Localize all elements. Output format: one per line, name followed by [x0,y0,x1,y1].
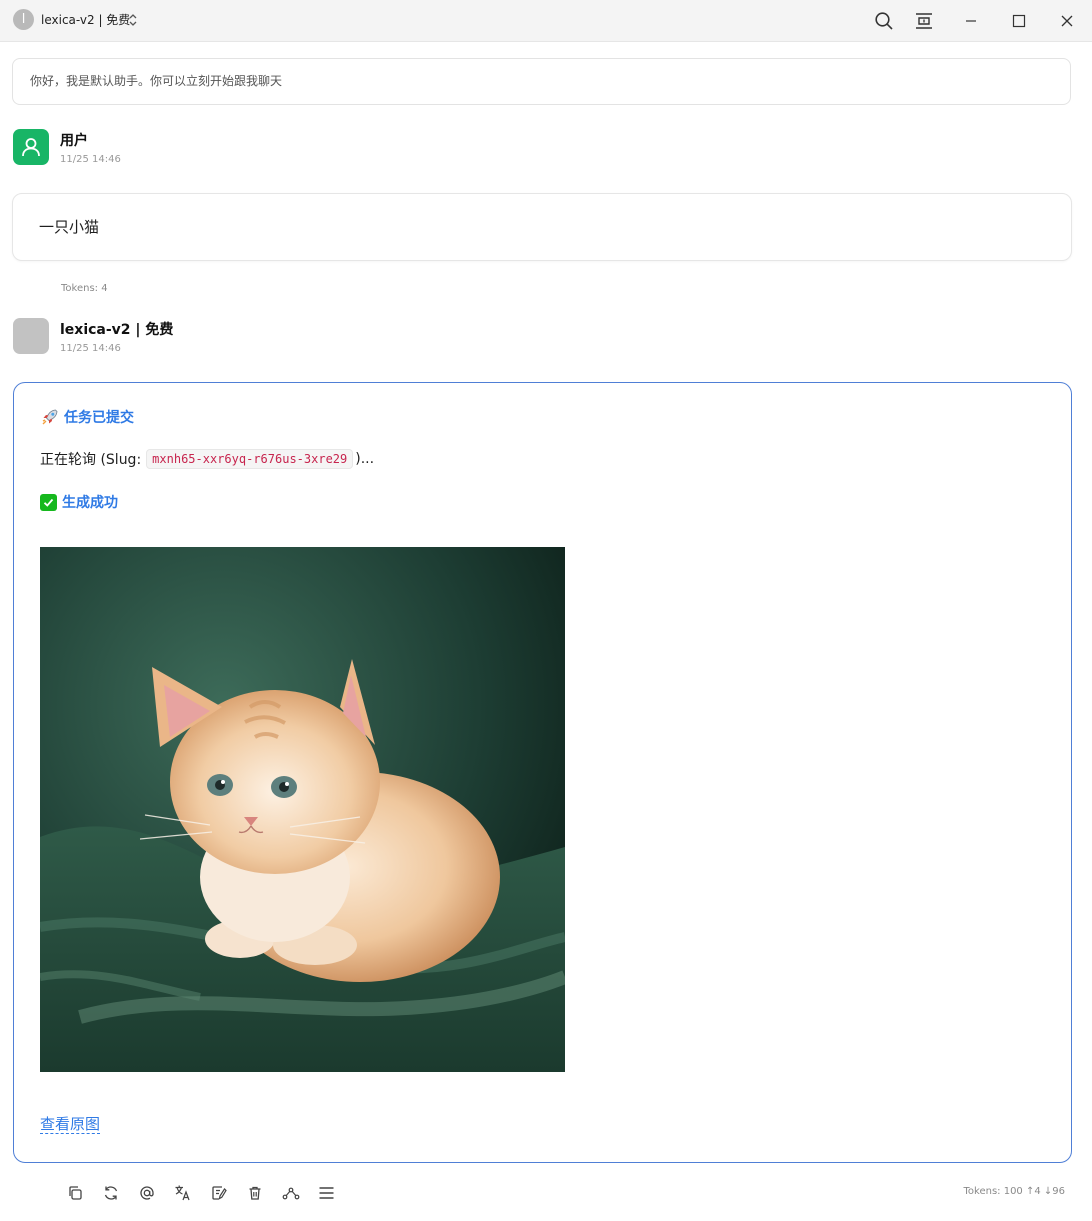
mention-icon [139,1185,154,1200]
user-message-bubble: 一只小猫 [12,193,1072,261]
user-token-count: Tokens: 4 [61,283,108,294]
copy-button[interactable] [62,1180,87,1205]
polling-suffix: )... [355,451,375,467]
user-name: 用户 [60,133,88,149]
close-button[interactable] [1055,9,1079,33]
copy-icon [68,1185,82,1200]
edit-icon [211,1185,227,1200]
success-text: 生成成功 [62,495,118,511]
model-selector-label[interactable]: lexica-v2 | 免费 [41,11,130,28]
maximize-button[interactable] [1007,9,1031,33]
bot-token-count: Tokens: 100 ↑4 ↓96 [963,1186,1066,1197]
more-menu-button[interactable] [314,1180,339,1205]
delete-button[interactable] [242,1180,267,1205]
bot-message-time: 11/25 14:46 [60,343,121,354]
rocket-icon [42,409,58,425]
model-avatar: l [13,9,34,30]
menu-icon [319,1186,334,1199]
branch-icon [282,1187,299,1199]
minimize-button[interactable] [959,9,983,33]
polling-prefix: 正在轮询 (Slug: [40,452,142,468]
checkmark-icon [40,493,57,511]
view-original-link[interactable]: 查看原图 [40,1115,101,1134]
user-message-time: 11/25 14:46 [60,154,121,165]
search-icon [875,12,893,30]
branch-button[interactable] [278,1180,303,1205]
title-bar: l lexica-v2 | 免费 [0,0,1092,42]
bot-message-bubble: 任务已提交 正在轮询 (Slug: mxnh65-xxr6yq-r676us-3… [13,382,1072,1163]
bot-name: lexica-v2 | 免费 [60,322,174,338]
bot-avatar [13,318,49,354]
kitten-illustration [40,547,565,1072]
minimize-icon [966,20,976,22]
translate-icon [175,1185,190,1201]
polling-line: 正在轮询 (Slug: mxnh65-xxr6yq-r676us-3xre29 … [40,449,374,469]
maximize-icon [1012,14,1026,28]
task-submitted-text: 任务已提交 [64,410,134,426]
search-button[interactable] [872,9,896,33]
success-line: 生成成功 [40,492,118,512]
trash-icon [249,1186,260,1200]
slug-code: mxnh65-xxr6yq-r676us-3xre29 [146,449,354,469]
regenerate-button[interactable] [98,1180,123,1205]
generated-kitten-image[interactable] [40,547,565,1072]
system-message: 你好，我是默认助手。你可以立刻开始跟我聊天 [12,58,1071,105]
mention-button[interactable] [134,1180,159,1205]
fold-button[interactable] [912,9,936,33]
edit-button[interactable] [206,1180,231,1205]
task-submitted-line: 任务已提交 [40,407,134,427]
user-avatar [13,129,49,165]
close-icon [1061,15,1073,27]
message-action-toolbar [62,1180,339,1205]
regenerate-icon [104,1185,117,1200]
translate-button[interactable] [170,1180,195,1205]
fold-icon [916,13,932,29]
chevron-updown-icon[interactable] [127,12,139,28]
user-icon [22,138,40,157]
